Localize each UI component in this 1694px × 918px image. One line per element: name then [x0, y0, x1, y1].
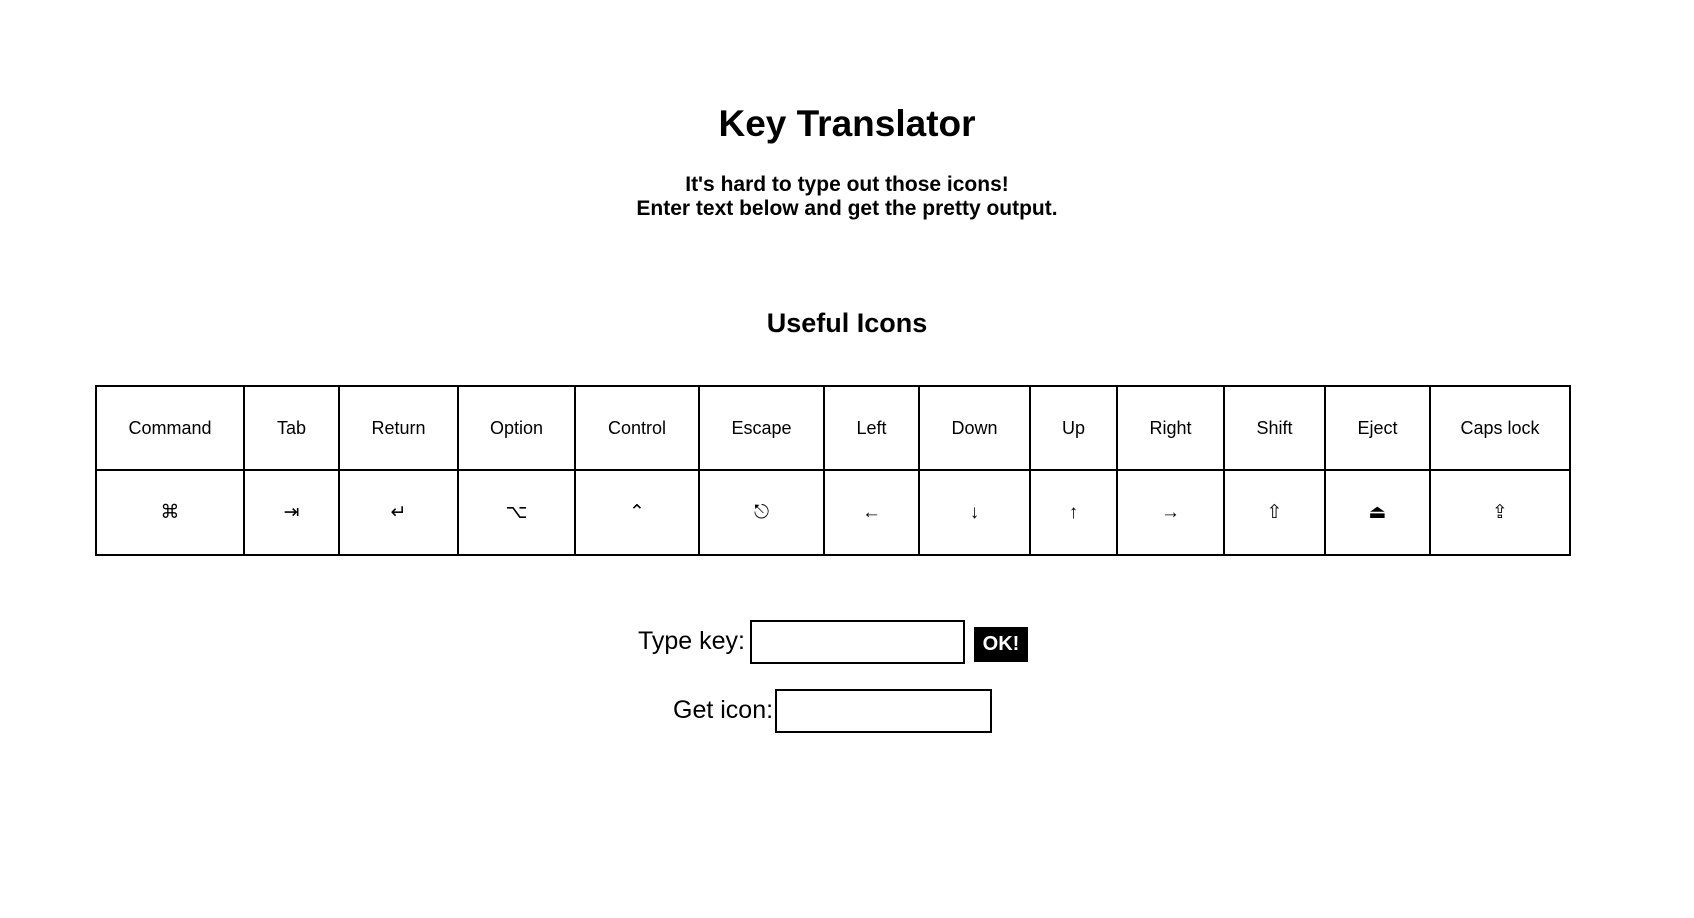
- right-arrow-icon: →: [1116, 469, 1225, 556]
- get-icon-label: Get icon:: [673, 696, 774, 724]
- type-key-label: Type key:: [638, 627, 745, 655]
- up-arrow-icon: ↑: [1029, 469, 1118, 556]
- key-name-escape: Escape: [698, 385, 825, 471]
- key-name-eject: Eject: [1324, 385, 1431, 471]
- key-name-control: Control: [574, 385, 700, 471]
- key-name-return: Return: [338, 385, 459, 471]
- left-arrow-icon: ←: [823, 469, 920, 556]
- subtitle-line-2: Enter text below and get the pretty outp…: [636, 197, 1058, 220]
- escape-icon: ⎋: [698, 469, 825, 556]
- key-names-row: Command Tab Return Option Control Escape…: [95, 385, 1571, 471]
- key-name-command: Command: [95, 385, 245, 471]
- page: Key Translator It's hard to type out tho…: [0, 0, 1694, 339]
- option-icon: ⌥: [457, 469, 576, 556]
- key-name-left: Left: [823, 385, 920, 471]
- down-arrow-icon: ↓: [918, 469, 1031, 556]
- useful-icons-heading: Useful Icons: [766, 308, 928, 338]
- get-icon-output[interactable]: [775, 689, 992, 733]
- key-name-caps-lock: Caps lock: [1429, 385, 1571, 471]
- shift-icon: ⇧: [1223, 469, 1326, 556]
- return-icon: ↵: [338, 469, 459, 556]
- caps-lock-icon: ⇪: [1429, 469, 1571, 556]
- subtitle: It's hard to type out those icons! Enter…: [0, 173, 1694, 221]
- key-name-down: Down: [918, 385, 1031, 471]
- command-icon: ⌘: [95, 469, 245, 556]
- key-glyphs-row: ⌘ ⇥ ↵ ⌥ ⌃ ⎋ ← ↓ ↑ → ⇧ ⏏ ⇪: [95, 469, 1571, 556]
- icons-table: Command Tab Return Option Control Escape…: [95, 385, 1571, 556]
- key-name-up: Up: [1029, 385, 1118, 471]
- key-name-shift: Shift: [1223, 385, 1326, 471]
- type-key-input[interactable]: [750, 620, 965, 664]
- key-name-option: Option: [457, 385, 576, 471]
- key-name-right: Right: [1116, 385, 1225, 471]
- tab-icon: ⇥: [243, 469, 340, 556]
- ok-button[interactable]: OK!: [974, 627, 1028, 662]
- key-name-tab: Tab: [243, 385, 340, 471]
- control-icon: ⌃: [574, 469, 700, 556]
- eject-icon: ⏏: [1324, 469, 1431, 556]
- subtitle-line-1: It's hard to type out those icons!: [685, 173, 1009, 196]
- page-title: Key Translator: [718, 103, 976, 144]
